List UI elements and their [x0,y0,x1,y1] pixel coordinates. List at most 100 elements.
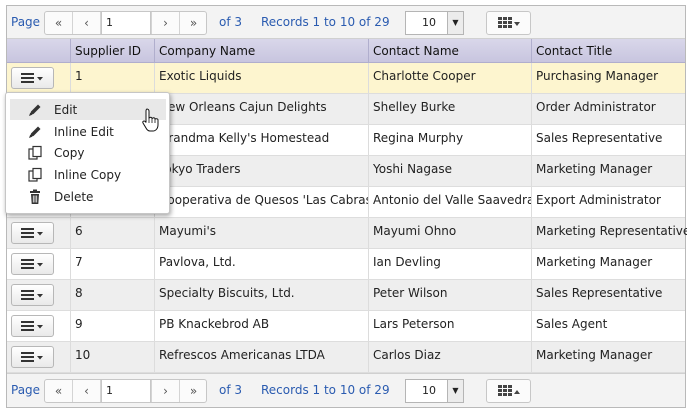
column-options-button[interactable] [486,379,531,403]
header-actions [7,39,70,63]
menu-item-delete[interactable]: Delete [10,186,166,207]
cell-contact-title: Order Administrator [531,94,687,124]
menu-dropdown-icon [20,321,43,331]
hand-cursor-icon [142,108,159,132]
column-options-button[interactable] [486,11,531,35]
cell-contact-name: Antonio del Valle Saavedra [368,187,531,217]
cell-actions [7,218,70,248]
page-number-input[interactable]: 1 [101,380,151,402]
last-page-button[interactable]: » [179,380,207,402]
table-header: Supplier ID Company Name Contact Name Co… [7,39,685,63]
cell-supplier-id: 9 [70,311,154,341]
menu-item-label: Inline Edit [54,124,114,139]
table-row[interactable]: 1 Exotic Liquids Charlotte Cooper Purchasin… [7,63,685,94]
cell-company-name: PB Knackebrod AB [154,311,368,341]
cell-contact-name: Yoshi Nagase [368,156,531,186]
chevron-down-icon: ▼ [447,12,463,34]
top-pager: Page « ‹ 1 › » of 3 Records 1 to 10 of 2… [7,6,685,39]
table-row[interactable]: 7 Pavlova, Ltd. Ian Devling Marketing Manag… [7,249,685,280]
cell-contact-title: Marketing Manager [531,342,687,372]
row-actions-button[interactable] [11,346,54,368]
page-count: of 3 [219,15,243,29]
menu-item-label: Delete [54,189,94,204]
cell-supplier-id: 6 [70,218,154,248]
page-number-input[interactable]: 1 [101,12,151,34]
row-actions-button[interactable] [11,284,54,306]
next-page-button[interactable]: › [151,380,179,402]
cell-contact-name: Carlos Diaz [368,342,531,372]
cell-supplier-id: 7 [70,249,154,279]
cell-actions [7,311,70,341]
chevron-down-icon: ▼ [447,380,463,402]
row-actions-button[interactable] [11,67,54,89]
first-page-button[interactable]: « [45,380,73,402]
cell-contact-title: Marketing Representative [531,218,687,248]
cell-supplier-id: 8 [70,280,154,310]
first-page-button[interactable]: « [45,12,73,34]
menu-item-copy[interactable]: Copy [10,142,166,163]
cell-actions [7,249,70,279]
cell-contact-name: Regina Murphy [368,125,531,155]
menu-dropdown-icon [20,73,43,83]
prev-page-button[interactable]: ‹ [73,380,101,402]
table-row[interactable]: 9 PB Knackebrod AB Lars Peterson Sales Agen… [7,311,685,342]
cell-company-name: Specialty Biscuits, Ltd. [154,280,368,310]
cell-company-name: Mayumi's [154,218,368,248]
cell-company-name: Refrescos Americanas LTDA [154,342,368,372]
cell-contact-title: Sales Representative [531,280,687,310]
copy-icon [26,166,44,184]
cell-actions [7,280,70,310]
menu-dropdown-icon [20,228,43,238]
page-label: Page [11,383,41,397]
page-size-select[interactable]: 10 ▼ [405,379,464,403]
cell-actions [7,342,70,372]
cell-contact-name: Ian Devling [368,249,531,279]
cell-company-name: Tokyo Traders [154,156,368,186]
menu-item-label: Edit [54,102,78,117]
header-supplier-id[interactable]: Supplier ID [70,39,154,63]
cell-contact-name: Lars Peterson [368,311,531,341]
cell-contact-title: Export Administrator [531,187,687,217]
columns-icon [497,385,520,396]
menu-item-label: Copy [54,145,85,160]
cell-company-name: Grandma Kelly's Homestead [154,125,368,155]
menu-dropdown-icon [20,259,43,269]
cell-company-name: New Orleans Cajun Delights [154,94,368,124]
cell-contact-name: Shelley Burke [368,94,531,124]
row-actions-button[interactable] [11,253,54,275]
row-actions-button[interactable] [11,315,54,337]
cell-contact-name: Mayumi Ohno [368,218,531,248]
cell-supplier-id: 1 [70,63,154,93]
cell-contact-name: Charlotte Cooper [368,63,531,93]
cell-contact-title: Sales Representative [531,125,687,155]
records-info: Records 1 to 10 of 29 [261,15,390,29]
header-company-name[interactable]: Company Name [154,39,368,63]
cell-company-name: Exotic Liquids [154,63,368,93]
page-count: of 3 [219,383,243,397]
cell-contact-title: Purchasing Manager [531,63,687,93]
last-page-button[interactable]: » [179,12,207,34]
pencil-icon [26,123,44,141]
header-contact-name[interactable]: Contact Name [368,39,531,63]
prev-page-button[interactable]: ‹ [73,12,101,34]
page-label: Page [11,15,41,29]
table-row[interactable]: 6 Mayumi's Mayumi Ohno Marketing Representa… [7,218,687,249]
menu-item-inline-copy[interactable]: Inline Copy [10,164,166,185]
cell-supplier-id: 10 [70,342,154,372]
records-info: Records 1 to 10 of 29 [261,383,390,397]
menu-dropdown-icon [20,352,43,362]
cell-company-name: Pavlova, Ltd. [154,249,368,279]
cell-contact-title: Marketing Manager [531,156,687,186]
menu-dropdown-icon [20,290,43,300]
trash-icon [26,188,44,206]
pager-nav-group: « ‹ 1 › » [44,11,207,35]
table-row[interactable]: 8 Specialty Biscuits, Ltd. Peter Wilson Sal… [7,280,685,311]
row-actions-button[interactable] [11,222,54,244]
table-row[interactable]: 10 Refrescos Americanas LTDA Carlos Diaz Ma… [7,342,685,373]
cell-contact-title: Marketing Manager [531,249,687,279]
header-contact-title[interactable]: Contact Title [531,39,687,63]
next-page-button[interactable]: › [151,12,179,34]
page-size-select[interactable]: 10 ▼ [405,11,464,35]
pager-nav-group: « ‹ 1 › » [44,379,207,403]
page-size-value: 10 [422,16,436,29]
